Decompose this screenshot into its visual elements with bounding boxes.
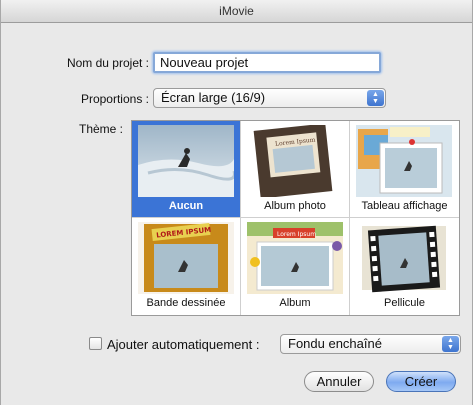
theme-tile-pellicule[interactable]: Pellicule: [350, 218, 459, 315]
popup-arrows-icon: ▲ ▼: [442, 336, 459, 352]
theme-grid: Aucun Lorem Ipsum Album photo Tableau af…: [131, 120, 460, 316]
theme-label-album-photo: Album photo: [264, 200, 326, 212]
surfer-photo-icon: [138, 125, 234, 197]
create-button[interactable]: Créer: [386, 371, 456, 392]
theme-tile-tableau-affichage[interactable]: Tableau affichage: [350, 121, 459, 218]
new-project-dialog: iMovie Nom du projet : Nouveau projet Pr…: [0, 0, 473, 405]
photo-album-book-icon: Lorem Ipsum: [247, 125, 343, 197]
theme-tile-aucun[interactable]: Aucun: [132, 121, 241, 218]
project-name-field[interactable]: Nouveau projet: [153, 52, 381, 73]
proportions-label: Proportions :: [80, 92, 149, 106]
theme-tile-album-photo[interactable]: Lorem Ipsum Album photo: [241, 121, 350, 218]
theme-label-tableau-affichage: Tableau affichage: [361, 200, 448, 212]
theme-label-aucun: Aucun: [168, 200, 204, 212]
theme-label-pellicule: Pellicule: [384, 297, 425, 309]
auto-transition-checkbox[interactable]: [89, 337, 102, 350]
transition-value: Fondu enchaîné: [288, 336, 382, 351]
window-title: iMovie: [1, 0, 472, 23]
bulletin-board-icon: [356, 125, 452, 197]
auto-transition-label: Ajouter automatiquement :: [107, 337, 260, 352]
popup-arrows-icon: ▲ ▼: [367, 90, 384, 106]
proportions-popup[interactable]: Écran large (16/9) ▲ ▼: [153, 88, 386, 108]
cancel-button[interactable]: Annuler: [304, 371, 374, 392]
album-thumb-text: Lorem Ipsum: [277, 231, 316, 238]
theme-label-album: Album: [279, 297, 311, 309]
film-strip-icon: [356, 222, 452, 294]
theme-label-bande-dessinee: Bande dessinée: [146, 297, 226, 309]
proportions-value: Écran large (16/9): [161, 90, 266, 105]
transition-popup[interactable]: Fondu enchaîné ▲ ▼: [280, 334, 461, 354]
scrapbook-album-icon: Lorem Ipsum: [247, 222, 343, 294]
theme-label: Thème :: [78, 122, 123, 136]
comic-book-icon: LOREM IPSUM: [138, 222, 234, 294]
project-name-label: Nom du projet :: [66, 56, 149, 70]
theme-tile-bande-dessinee[interactable]: LOREM IPSUM Bande dessinée: [132, 218, 241, 315]
theme-tile-album[interactable]: Lorem Ipsum Album: [241, 218, 350, 315]
